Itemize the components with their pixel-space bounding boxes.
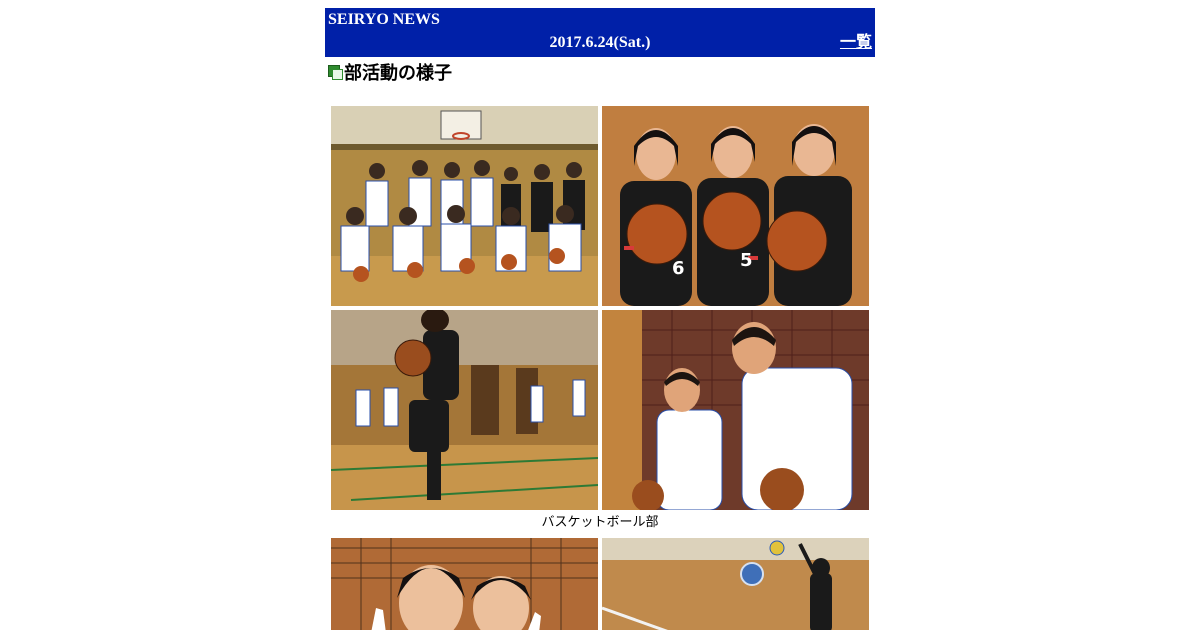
photo-row: 6 5 [331, 106, 869, 306]
basketball-boys-practice-photo [602, 310, 869, 510]
site-title: SEIRYO NEWS [328, 11, 440, 28]
article-title: 部活動の様子 [344, 63, 452, 84]
photo-gallery: 6 5 バスケットボール部 [331, 106, 869, 630]
post-date: 2017.6.24(Sat.) [549, 34, 651, 51]
article-heading: 部活動の様子 [325, 61, 875, 84]
square-bullet-icon [328, 64, 343, 80]
news-page: SEIRYO NEWS 2017.6.24(Sat.) 一覧 部活動の様子 6 … [325, 8, 875, 630]
photo-row [331, 538, 869, 630]
basketball-team-group-photo [331, 106, 598, 306]
photo-row [331, 310, 869, 510]
basketball-caption: バスケットボール部 [541, 515, 659, 530]
basketball-three-girls-photo: 6 5 [602, 106, 869, 306]
basketball-dribbling-photo [331, 310, 598, 510]
list-link[interactable]: 一覧 [840, 33, 872, 53]
svg-text:5: 5 [740, 250, 753, 271]
news-header: SEIRYO NEWS 2017.6.24(Sat.) 一覧 [325, 8, 875, 57]
volleyball-two-girls-photo [331, 538, 598, 630]
volleyball-serve-photo [602, 538, 869, 630]
svg-text:6: 6 [672, 258, 685, 279]
